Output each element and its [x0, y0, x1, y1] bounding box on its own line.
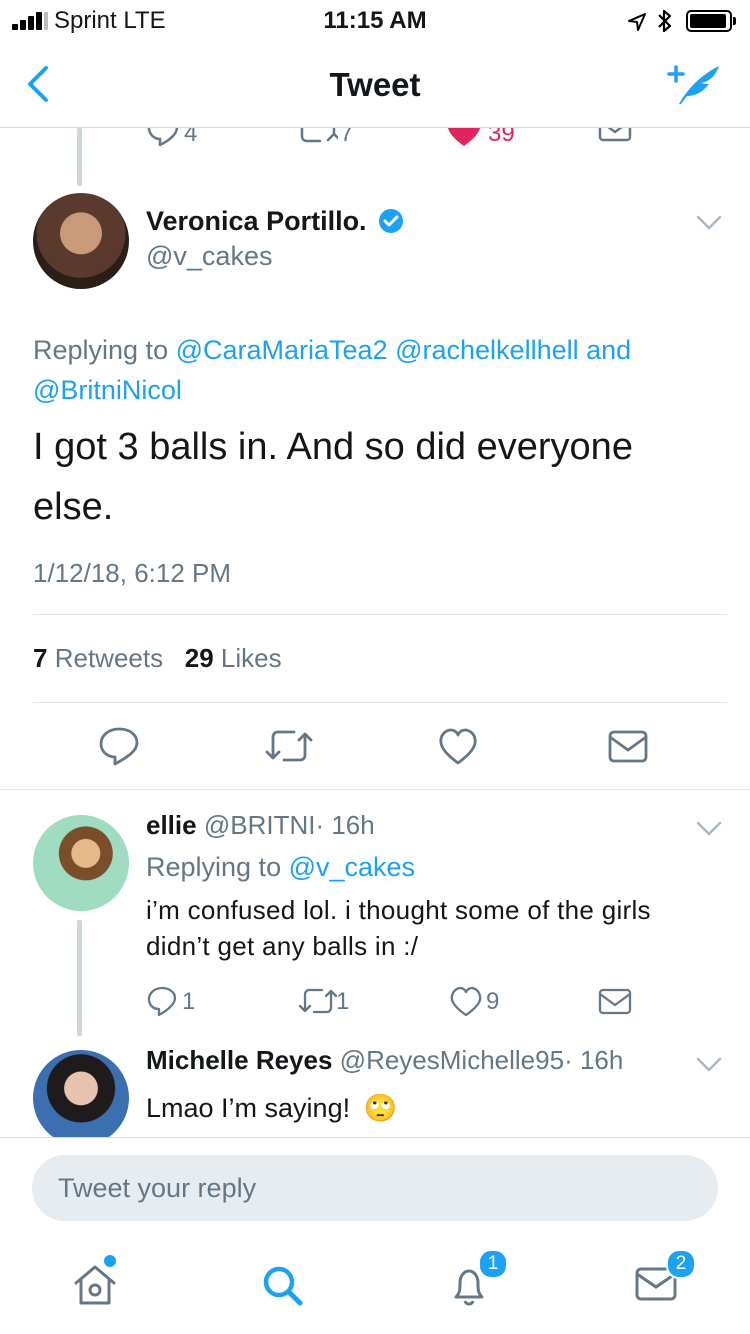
replying-to-line: Replying to @CaraMariaTea2 @rachelkellhe… [33, 335, 632, 405]
nav-bar: Tweet [0, 40, 750, 128]
mention-link[interactable]: @v_cakes [289, 852, 415, 882]
like-count: 9 [486, 988, 500, 1015]
reply-bar [0, 1137, 750, 1237]
retweet-count: 1 [336, 988, 350, 1015]
home-icon [74, 1265, 116, 1305]
mention-link[interactable]: @BritniNicol [33, 375, 182, 405]
eye-roll-emoji-icon: 🙄 [363, 1093, 398, 1123]
reply-icon[interactable] [98, 726, 140, 766]
mention-link[interactable]: @CaraMariaTea2 [176, 335, 388, 365]
author-handle[interactable]: @v_cakes [146, 241, 272, 272]
divider [33, 614, 727, 615]
battery-icon [686, 10, 736, 32]
reply-input[interactable] [32, 1155, 718, 1221]
reply-icon[interactable] [146, 985, 178, 1017]
tweet-text: I got 3 balls in. And so did everyone el… [33, 426, 633, 528]
location-arrow-icon [628, 13, 646, 31]
share-dm-icon[interactable] [598, 988, 632, 1016]
tab-messages[interactable]: 2 [622, 1249, 696, 1311]
verified-badge-icon [379, 209, 404, 233]
avatar-ellie[interactable] [33, 815, 129, 911]
retweet-icon[interactable] [264, 728, 314, 764]
thread-line [77, 128, 82, 186]
new-content-dot [104, 1255, 116, 1267]
messages-badge: 2 [666, 1249, 696, 1279]
share-dm-icon[interactable] [608, 730, 648, 764]
status-bar: Sprint LTE 11:15 AM [0, 0, 750, 40]
reply-header[interactable]: ellie @BRITNI· 16h [146, 810, 375, 841]
tab-notifications[interactable]: 1 [434, 1249, 508, 1311]
chevron-down-icon[interactable] [696, 214, 722, 232]
chevron-down-icon[interactable] [696, 820, 722, 838]
divider [33, 702, 727, 703]
avatar-michelle[interactable] [33, 1050, 129, 1146]
tweet-timestamp: 1/12/18, 6:12 PM [33, 558, 232, 588]
avatar-veronica[interactable] [33, 193, 129, 289]
heart-icon[interactable] [449, 986, 483, 1018]
tab-home[interactable] [60, 1251, 130, 1311]
author-name[interactable]: Veronica Portillo. [146, 206, 404, 237]
replying-to-line: Replying to @v_cakes [146, 852, 416, 882]
compose-tweet-icon[interactable] [665, 60, 725, 108]
reply-text: i’m confused lol. i thought some of the … [146, 895, 651, 961]
tab-search[interactable] [248, 1251, 318, 1311]
heart-icon[interactable] [438, 728, 478, 766]
divider [0, 789, 750, 790]
mention-link[interactable]: @rachelkellhell [395, 335, 579, 365]
reply-count: 1 [182, 988, 196, 1015]
tab-bar: 1 2 [0, 1237, 750, 1334]
page-title: Tweet [329, 66, 421, 103]
reply-header[interactable]: Michelle Reyes @ReyesMichelle95· 16h [146, 1045, 623, 1076]
notifications-badge: 1 [478, 1249, 508, 1279]
search-icon [263, 1266, 303, 1306]
engagement-stats[interactable]: 7 Retweets 29 Likes [33, 643, 282, 674]
reply-text: Lmao I’m saying! 🙄 [146, 1093, 398, 1123]
thread-line [77, 920, 82, 1036]
chevron-down-icon[interactable] [696, 1056, 722, 1074]
bluetooth-icon [658, 9, 672, 33]
retweet-icon[interactable] [298, 987, 338, 1015]
